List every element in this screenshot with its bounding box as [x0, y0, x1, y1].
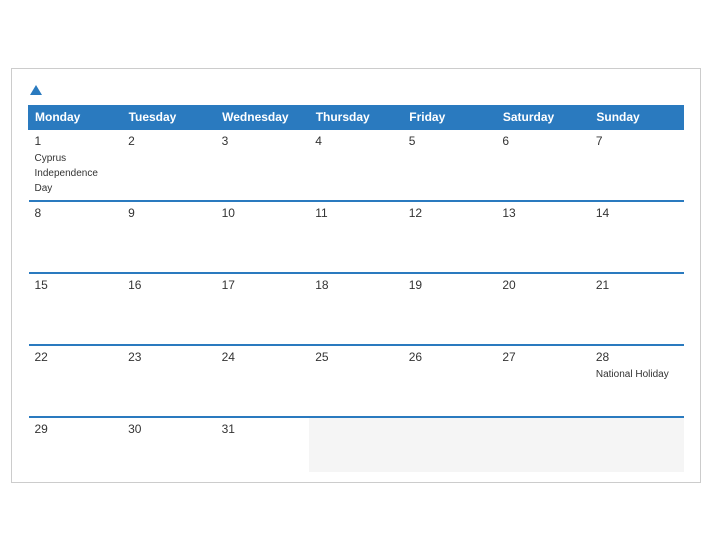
calendar-cell: 28 National Holiday — [590, 345, 684, 417]
calendar-cell: 24 — [216, 345, 310, 417]
weekday-header-tuesday: Tuesday — [122, 105, 216, 129]
week-row-2: 89 10 11 12 13 14 — [29, 201, 684, 273]
calendar-cell: 9 — [122, 201, 216, 273]
calendar-cell: 6 — [496, 129, 590, 201]
day-number: 26 — [409, 350, 491, 364]
day-number: 23 — [128, 350, 210, 364]
calendar-cell: 1 Cyprus Independence Day — [29, 129, 123, 201]
calendar-cell: 21 — [590, 273, 684, 345]
calendar-cell: 13 — [496, 201, 590, 273]
calendar-cell: 18 — [309, 273, 403, 345]
day-number: 7 — [596, 134, 678, 148]
calendar-grid: MondayTuesdayWednesdayThursdayFridaySatu… — [28, 105, 684, 472]
day-number: 20 — [502, 278, 584, 292]
calendar-cell — [590, 417, 684, 472]
weekday-header-friday: Friday — [403, 105, 497, 129]
day-number: 2 — [128, 134, 210, 148]
calendar-cell: 15 — [29, 273, 123, 345]
logo-triangle-icon — [30, 85, 42, 95]
weekday-header-row: MondayTuesdayWednesdayThursdayFridaySatu… — [29, 105, 684, 129]
calendar-cell: 26 — [403, 345, 497, 417]
day-number: 27 — [502, 350, 584, 364]
day-number: 29 — [35, 422, 117, 436]
calendar-cell: 25 — [309, 345, 403, 417]
event-text: Cyprus Independence Day — [35, 153, 98, 194]
week-row-4: 22 23 24 25 26 27 28 National Holiday — [29, 345, 684, 417]
calendar-cell: 2 — [122, 129, 216, 201]
calendar-cell: 23 — [122, 345, 216, 417]
day-number: 17 — [222, 278, 304, 292]
day-number: 22 — [35, 350, 117, 364]
day-number: 24 — [222, 350, 304, 364]
day-number: 18 — [315, 278, 397, 292]
week-row-1: 1 Cyprus Independence Day 234567 — [29, 129, 684, 201]
day-number: 15 — [35, 278, 117, 292]
day-number: 8 — [35, 206, 117, 220]
day-number: 11 — [315, 206, 397, 220]
day-number: 25 — [315, 350, 397, 364]
day-number: 12 — [409, 206, 491, 220]
calendar-cell: 4 — [309, 129, 403, 201]
calendar-cell: 3 — [216, 129, 310, 201]
day-number: 13 — [502, 206, 584, 220]
event-text: National Holiday — [596, 369, 669, 380]
calendar-cell — [309, 417, 403, 472]
weekday-header-wednesday: Wednesday — [216, 105, 310, 129]
calendar-header — [28, 85, 684, 95]
calendar-cell: 12 — [403, 201, 497, 273]
day-number: 16 — [128, 278, 210, 292]
week-row-5: 29 30 31 — [29, 417, 684, 472]
calendar-cell: 8 — [29, 201, 123, 273]
calendar-cell — [496, 417, 590, 472]
day-number: 31 — [222, 422, 304, 436]
calendar-cell: 30 — [122, 417, 216, 472]
calendar-cell: 17 — [216, 273, 310, 345]
day-number: 3 — [222, 134, 304, 148]
week-row-3: 15 16 17 18 19 20 21 — [29, 273, 684, 345]
day-number: 6 — [502, 134, 584, 148]
calendar-cell: 11 — [309, 201, 403, 273]
calendar-cell — [403, 417, 497, 472]
calendar-cell: 19 — [403, 273, 497, 345]
day-number: 14 — [596, 206, 678, 220]
calendar-cell: 14 — [590, 201, 684, 273]
day-number: 4 — [315, 134, 397, 148]
calendar-cell: 10 — [216, 201, 310, 273]
calendar-cell: 16 — [122, 273, 216, 345]
day-number: 9 — [128, 206, 210, 220]
day-number: 10 — [222, 206, 304, 220]
day-number: 5 — [409, 134, 491, 148]
day-number: 28 — [596, 350, 678, 364]
weekday-header-sunday: Sunday — [590, 105, 684, 129]
weekday-header-monday: Monday — [29, 105, 123, 129]
calendar-container: MondayTuesdayWednesdayThursdayFridaySatu… — [11, 68, 701, 483]
weekday-header-thursday: Thursday — [309, 105, 403, 129]
calendar-cell: 20 — [496, 273, 590, 345]
day-number: 19 — [409, 278, 491, 292]
calendar-cell: 22 — [29, 345, 123, 417]
day-number: 30 — [128, 422, 210, 436]
weekday-header-saturday: Saturday — [496, 105, 590, 129]
day-number: 21 — [596, 278, 678, 292]
calendar-cell: 5 — [403, 129, 497, 201]
day-number: 1 — [35, 134, 117, 148]
logo — [28, 85, 42, 95]
calendar-cell: 31 — [216, 417, 310, 472]
calendar-cell: 7 — [590, 129, 684, 201]
calendar-cell: 29 — [29, 417, 123, 472]
calendar-cell: 27 — [496, 345, 590, 417]
